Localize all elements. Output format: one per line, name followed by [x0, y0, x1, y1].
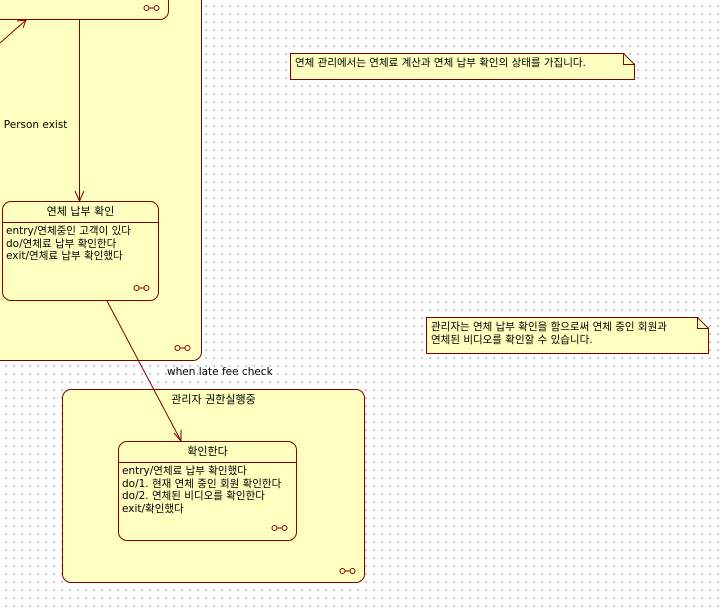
history-connector-icon — [143, 5, 160, 11]
note-fold-icon — [623, 53, 635, 65]
action-exit: exit/확인했다 — [122, 502, 184, 515]
action-exit: exit/연체료 납부 확인했다 — [6, 250, 123, 262]
action-do-2: do/2. 연체된 비디오를 확인한다 — [122, 490, 265, 502]
note-admin[interactable]: 관리자는 연체 납부 확인을 함으로써 연체 중인 회원과 연체된 비디오를 확… — [426, 317, 709, 354]
state-name: 관리자 권한실행중 — [171, 393, 256, 406]
state-overdue-payment-check[interactable]: 연체 납부 확인 entry/연체중인 고객이 있다 do/연체료 납부 확인한… — [2, 201, 159, 301]
action-do-1: do/1. 현재 연체 중인 회원 확인한다 — [122, 477, 282, 490]
composite-state-overdue-management[interactable] — [0, 0, 202, 361]
note-text-line: 관리자는 연체 납부 확인을 함으로써 연체 중인 회원과 — [431, 321, 667, 333]
action-do: do/연체료 납부 확인한다 — [6, 237, 117, 250]
transition-label-late-fee-check: when late fee check — [167, 366, 273, 378]
history-connector-icon — [339, 568, 356, 574]
state-name: 연체 납부 확인 — [3, 202, 158, 223]
note-text-line: 연체된 비디오를 확인할 수 있습니다. — [431, 334, 593, 346]
transition-label-person-exist: e Person exist — [0, 119, 68, 131]
state-name: 확인한다 — [119, 442, 296, 463]
note-text-line: 연체 관리에서는 연체료 계산과 연체 납부 확인의 상태를 가집니다. — [295, 57, 586, 69]
state-actions: entry/연체중인 고객이 있다 do/연체료 납부 확인한다 exit/연체… — [3, 223, 158, 263]
note-fold-icon — [697, 317, 709, 329]
history-connector-icon — [174, 345, 191, 351]
history-connector-icon — [133, 285, 150, 291]
state-actions: entry/연체료 납부 확인했다 do/1. 현재 연체 중인 회원 확인한다… — [119, 463, 296, 515]
history-connector-icon — [271, 525, 288, 531]
note-overdue-management[interactable]: 연체 관리에서는 연체료 계산과 연체 납부 확인의 상태를 가집니다. — [290, 53, 635, 80]
action-entry: entry/연체중인 고객이 있다 — [6, 225, 131, 237]
action-entry: entry/연체료 납부 확인했다 — [122, 465, 247, 477]
state-confirm[interactable]: 확인한다 entry/연체료 납부 확인했다 do/1. 현재 연체 중인 회원… — [118, 441, 297, 541]
state-overdue-fee-calculation[interactable] — [0, 0, 169, 20]
